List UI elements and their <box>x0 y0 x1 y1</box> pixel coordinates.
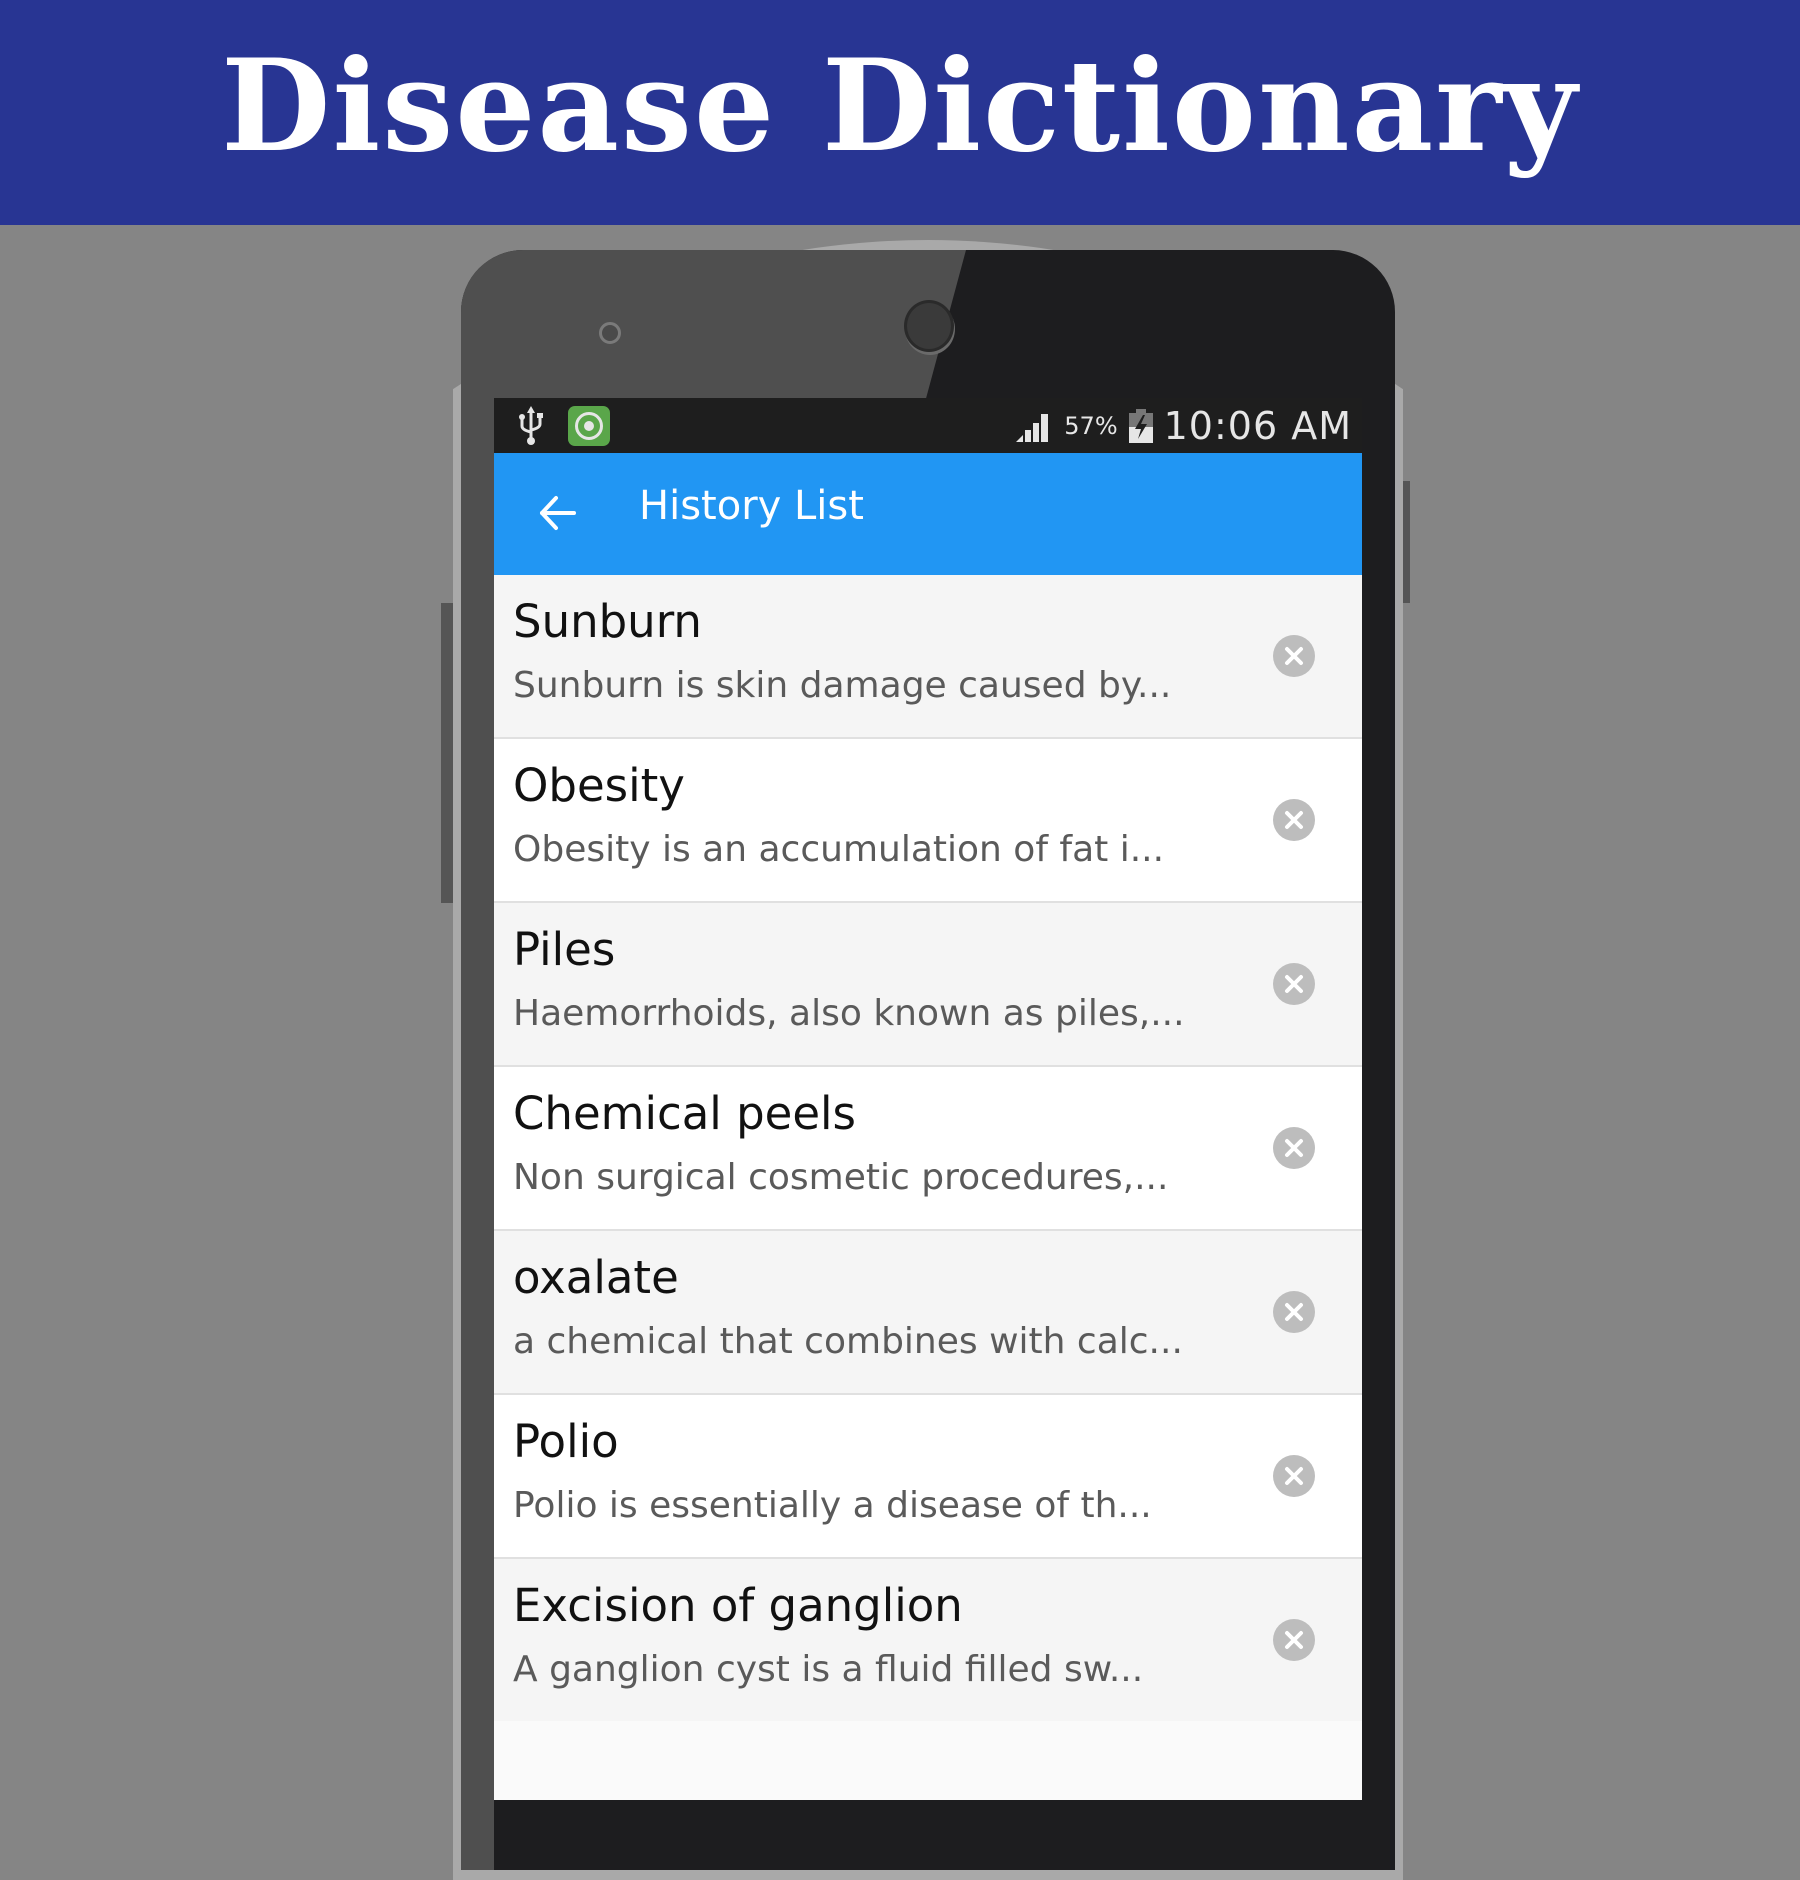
history-item-title: Excision of ganglion <box>513 1579 963 1632</box>
banner-title: Disease Dictionary <box>221 31 1579 180</box>
history-item[interactable]: Sunburn Sunburn is skin damage caused by… <box>494 575 1362 739</box>
history-item[interactable]: Excision of ganglion A ganglion cyst is … <box>494 1559 1362 1721</box>
page-title: History List <box>639 483 864 529</box>
phone-screen: 57% 10:06 AM History List Sunburn Sunbur… <box>494 398 1362 1800</box>
remove-circle-icon <box>1285 647 1303 665</box>
usb-icon <box>519 406 543 445</box>
proximity-sensor-icon <box>599 322 621 344</box>
status-bar: 57% 10:06 AM <box>494 398 1362 453</box>
phone-volume-button <box>441 603 453 903</box>
history-item-description: Polio is essentially a disease of th... <box>513 1485 1152 1526</box>
phone-glare-top <box>461 250 966 400</box>
battery-charging-icon <box>1128 408 1153 443</box>
history-item-description: Sunburn is skin damage caused by... <box>513 665 1172 706</box>
remove-item-button[interactable] <box>1273 963 1315 1005</box>
history-item-title: Sunburn <box>513 595 702 648</box>
status-indicators: 57% 10:06 AM <box>1014 398 1352 453</box>
front-camera-icon <box>904 300 954 352</box>
history-item-title: oxalate <box>513 1251 679 1304</box>
history-item-title: Polio <box>513 1415 619 1468</box>
promo-banner: Disease Dictionary <box>0 0 1800 225</box>
history-item-description: a chemical that combines with calc... <box>513 1321 1183 1362</box>
app-notification-icon <box>568 406 610 446</box>
history-item-description: Obesity is an accumulation of fat i... <box>513 829 1165 870</box>
remove-item-button[interactable] <box>1273 1291 1315 1333</box>
back-button[interactable] <box>532 485 588 541</box>
signal-strength-icon <box>1016 413 1049 442</box>
arrow-back-icon <box>540 496 576 530</box>
history-item[interactable]: Piles Haemorrhoids, also known as piles,… <box>494 903 1362 1067</box>
remove-circle-icon <box>1285 1303 1303 1321</box>
remove-circle-icon <box>1285 1139 1303 1157</box>
app-bar: History List <box>494 453 1362 575</box>
history-item-description: Non surgical cosmetic procedures,... <box>513 1157 1169 1198</box>
remove-item-button[interactable] <box>1273 799 1315 841</box>
history-item-title: Chemical peels <box>513 1087 856 1140</box>
history-item[interactable]: Obesity Obesity is an accumulation of fa… <box>494 739 1362 903</box>
remove-item-button[interactable] <box>1273 635 1315 677</box>
history-item-title: Obesity <box>513 759 685 812</box>
remove-circle-icon <box>1285 1467 1303 1485</box>
remove-circle-icon <box>1285 811 1303 829</box>
battery-percent: 57% <box>1064 411 1118 440</box>
remove-item-button[interactable] <box>1273 1455 1315 1497</box>
history-item[interactable]: oxalate a chemical that combines with ca… <box>494 1231 1362 1395</box>
history-item[interactable]: Chemical peels Non surgical cosmetic pro… <box>494 1067 1362 1231</box>
history-item-title: Piles <box>513 923 616 976</box>
history-item-description: A ganglion cyst is a fluid filled sw... <box>513 1649 1144 1690</box>
history-item[interactable]: Polio Polio is essentially a disease of … <box>494 1395 1362 1559</box>
phone-power-button <box>1402 481 1410 603</box>
remove-item-button[interactable] <box>1273 1619 1315 1661</box>
history-item-description: Haemorrhoids, also known as piles,... <box>513 993 1185 1034</box>
status-clock: 10:06 AM <box>1163 403 1352 448</box>
remove-circle-icon <box>1285 1631 1303 1649</box>
remove-circle-icon <box>1285 975 1303 993</box>
remove-item-button[interactable] <box>1273 1127 1315 1169</box>
phone-glare <box>461 250 494 1870</box>
history-list: Sunburn Sunburn is skin damage caused by… <box>494 575 1362 1721</box>
